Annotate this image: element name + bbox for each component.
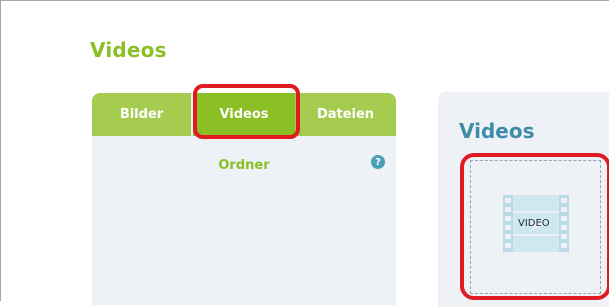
folder-header: Ordner ? [92,155,396,179]
video-item-label: VIDEO [518,218,550,229]
media-tabbar: Bilder Videos Dateien [92,93,396,136]
tab-dateien[interactable]: Dateien [295,93,396,136]
page-title: Videos [90,38,167,62]
folder-label: Ordner [218,158,270,173]
help-icon[interactable]: ? [371,155,385,169]
tab-bilder[interactable]: Bilder [92,93,193,136]
content-panel: Videos VIDEO [438,92,609,307]
content-title: Videos [459,119,535,143]
video-item-tile[interactable]: VIDEO [470,160,601,294]
tab-videos[interactable]: Videos [193,93,295,136]
media-panel: Bilder Videos Dateien Ordner ? [92,93,396,305]
